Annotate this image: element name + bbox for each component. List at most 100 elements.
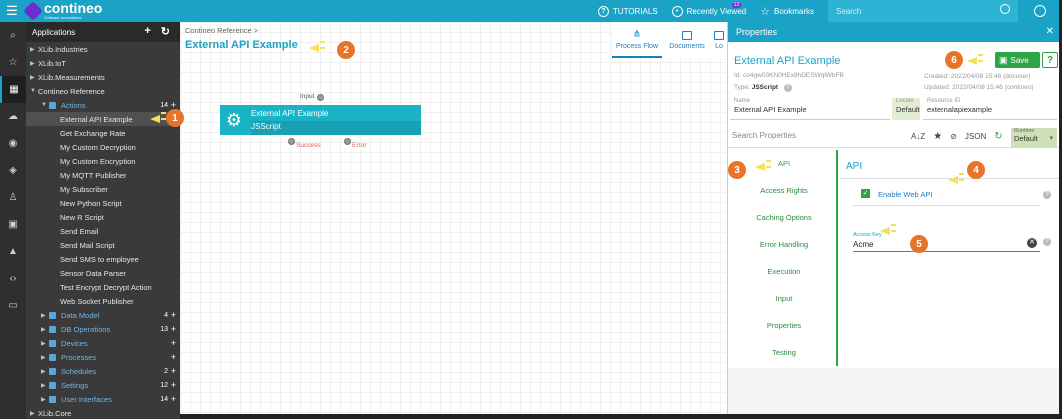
tree-item[interactable]: ▼ Contineo Reference — [26, 84, 180, 98]
tree-item[interactable]: ▶ DB Operations 13 + — [26, 322, 180, 336]
hide-empty-icon[interactable]: ⊘ — [950, 132, 957, 141]
add-item-icon[interactable]: + — [171, 380, 176, 390]
help-button[interactable]: ? — [1042, 52, 1058, 68]
tree-item[interactable]: ▼ Actions 14 + — [26, 98, 180, 112]
chevron-icon[interactable]: ▶ — [41, 382, 49, 389]
tree-item[interactable]: ▶ Settings 12 + — [26, 378, 180, 392]
tree-item[interactable]: ▶ User Interfaces 14 + — [26, 392, 180, 406]
tree-item[interactable]: My Custom Decryption — [26, 140, 180, 154]
error-port[interactable] — [344, 138, 351, 145]
add-item-icon[interactable]: + — [171, 394, 176, 404]
runtime-select[interactable]: Runtime Default ▾ — [1011, 128, 1057, 148]
section-item[interactable]: Properties — [732, 312, 836, 339]
section-item[interactable]: Error Handling — [732, 231, 836, 258]
device-icon[interactable]: ▭ — [0, 292, 26, 319]
add-item-icon[interactable]: + — [171, 338, 176, 348]
storage-icon[interactable]: ◉ — [0, 130, 26, 157]
sort-az-icon[interactable]: A↓Z — [911, 132, 925, 141]
tree-item[interactable]: My Subscriber — [26, 182, 180, 196]
tree-item[interactable]: My Custom Encryption — [26, 154, 180, 168]
tree-item[interactable]: New Python Script — [26, 196, 180, 210]
search-icon[interactable] — [1000, 4, 1010, 14]
global-search-input[interactable]: Search — [828, 0, 1018, 22]
success-port[interactable] — [288, 138, 295, 145]
name-field[interactable]: Name External API Example — [730, 98, 890, 120]
tree-item[interactable]: New R Script — [26, 210, 180, 224]
tree-item[interactable]: ▶ Data Model 4 + — [26, 308, 180, 322]
apps-icon[interactable]: ▦ — [0, 76, 26, 103]
code-icon[interactable]: ‹› — [0, 265, 26, 292]
locale-field[interactable]: Locale Default — [892, 98, 920, 120]
section-item[interactable]: Caching Options — [732, 204, 836, 231]
refresh-icon[interactable]: ↻ — [994, 131, 1002, 142]
add-item-icon[interactable]: + — [171, 324, 176, 334]
id-card-icon[interactable]: ▣ — [0, 211, 26, 238]
tree-item[interactable]: Sensor Data Parser — [26, 266, 180, 280]
hamburger-menu-icon[interactable]: ☰ — [0, 0, 24, 22]
recently-viewed-link[interactable]: • Recently Viewed 13 — [671, 1, 746, 17]
chevron-icon[interactable]: ▶ — [41, 340, 49, 347]
help-icon[interactable]: ? — [1043, 238, 1051, 246]
json-button[interactable]: JSON — [965, 132, 986, 141]
tree-item[interactable]: ▶ Processes + — [26, 350, 180, 364]
input-port[interactable] — [317, 94, 324, 101]
tree-item[interactable]: ▶ Devices + — [26, 336, 180, 350]
user-account-icon[interactable] — [1018, 0, 1062, 22]
section-item[interactable]: API — [732, 150, 836, 177]
save-button[interactable]: ▣ Save — [995, 52, 1040, 68]
chevron-icon[interactable]: ▼ — [41, 102, 49, 108]
tab-documents[interactable]: Documents — [662, 22, 712, 58]
access-key-input[interactable]: Acme — [853, 240, 1040, 252]
chevron-icon[interactable]: ▶ — [41, 312, 49, 319]
tree-item[interactable]: Test Encrypt Decrypt Action — [26, 280, 180, 294]
chevron-icon[interactable]: ▶ — [30, 74, 38, 81]
tutorials-link[interactable]: ? TUTORIALS — [597, 5, 658, 17]
tree-item[interactable]: ▶ Schedules 2 + — [26, 364, 180, 378]
shield-icon[interactable]: ◈ — [0, 157, 26, 184]
chevron-icon[interactable]: ▶ — [30, 60, 38, 67]
section-item[interactable]: Testing — [732, 339, 836, 366]
chevron-icon[interactable]: ▶ — [41, 326, 49, 333]
process-canvas[interactable]: Contineo Reference > External API Exampl… — [180, 22, 726, 419]
user-icon[interactable]: ♙ — [0, 184, 26, 211]
clear-icon[interactable]: ✕ — [1027, 238, 1037, 248]
tree-item[interactable]: Web Socket Publisher — [26, 294, 180, 308]
add-application-icon[interactable]: + — [144, 25, 150, 38]
tree-item[interactable]: ▶ XLib.Industries — [26, 42, 180, 56]
resource-id-field[interactable]: Resource ID externalapiexample — [923, 98, 1057, 120]
tree-item[interactable]: My MQTT Publisher — [26, 168, 180, 182]
tab-process-flow[interactable]: ⋔ Process Flow — [612, 22, 662, 58]
tree-item[interactable]: ▶ XLib.Core — [26, 406, 180, 419]
chevron-icon[interactable]: ▶ — [30, 410, 38, 417]
chevron-icon[interactable]: ▶ — [41, 354, 49, 361]
script-node[interactable]: ⚙ External API Example JSScript — [220, 105, 421, 135]
brand[interactable]: contineo Software Innovations — [23, 1, 102, 21]
chevron-icon[interactable]: ▶ — [30, 46, 38, 53]
chevron-icon[interactable]: ▶ — [41, 368, 49, 375]
cloud-icon[interactable]: ☁ — [0, 103, 26, 130]
star-icon[interactable]: ★ — [933, 131, 942, 142]
star-icon[interactable]: ☆ — [0, 49, 26, 76]
refresh-icon[interactable]: ↻ — [161, 25, 170, 38]
add-item-icon[interactable]: + — [171, 310, 176, 320]
section-item[interactable]: Access Rights — [732, 177, 836, 204]
tree-item[interactable]: Send Mail Script — [26, 238, 180, 252]
shapes-icon[interactable]: ▲ — [0, 238, 26, 265]
add-item-icon[interactable]: + — [171, 352, 176, 362]
tree-item[interactable]: Get Exchange Rate — [26, 126, 180, 140]
search-properties-input[interactable]: Search Properties — [732, 131, 796, 140]
chevron-icon[interactable]: ▶ — [41, 396, 49, 403]
chevron-icon[interactable]: ▼ — [30, 88, 38, 94]
add-item-icon[interactable]: + — [171, 366, 176, 376]
tree-item[interactable]: Send SMS to employee — [26, 252, 180, 266]
breadcrumb[interactable]: Contineo Reference > — [185, 26, 258, 35]
section-item[interactable]: Input — [732, 285, 836, 312]
tree-item[interactable]: ▶ XLib.Measurements — [26, 70, 180, 84]
help-icon[interactable]: ? — [783, 84, 792, 92]
tab-logs[interactable]: Lo — [712, 22, 726, 58]
bookmarks-link[interactable]: ☆ Bookmarks — [760, 5, 814, 18]
enable-web-api-checkbox[interactable]: ✓ — [861, 189, 870, 198]
section-item[interactable]: Execution — [732, 258, 836, 285]
tree-item[interactable]: ▶ XLib.IoT — [26, 56, 180, 70]
close-icon[interactable]: ✕ — [1046, 26, 1054, 37]
